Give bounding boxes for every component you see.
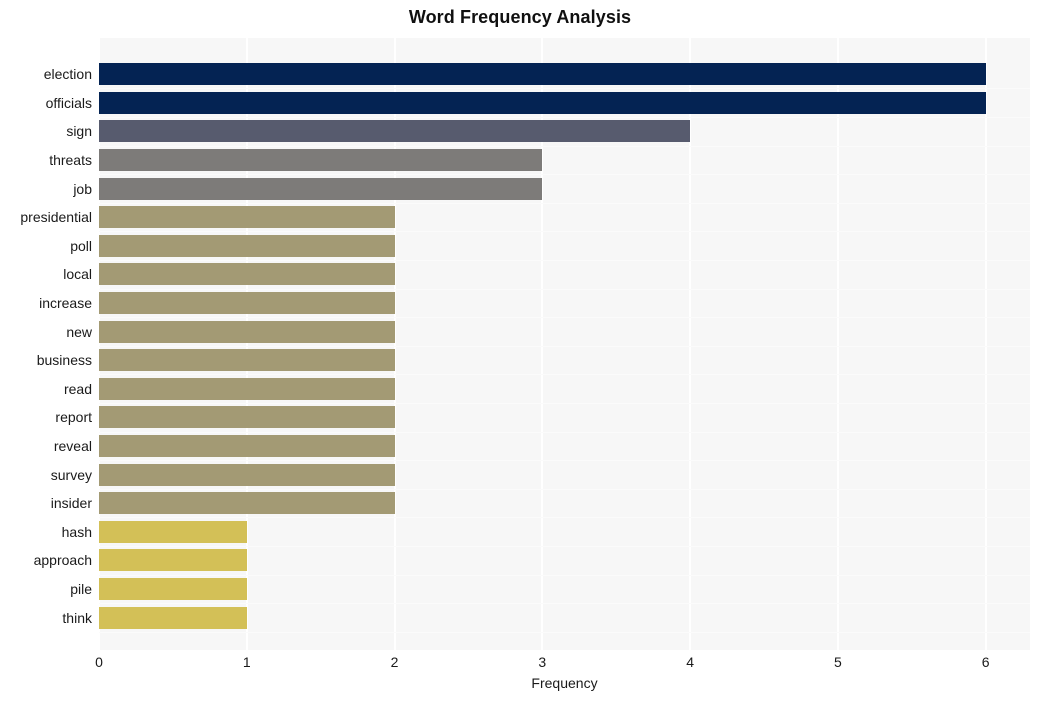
y-axis-label-survey: survey [50, 466, 92, 483]
y-axis-label-threats: threats [49, 151, 92, 168]
y-axis-label-think: think [62, 609, 92, 626]
y-axis-label-poll: poll [70, 237, 92, 254]
gridline-row-separator [99, 460, 1030, 461]
y-axis-label-new: new [66, 323, 92, 340]
x-axis-tick-0: 0 [95, 654, 103, 670]
bar-presidential [99, 206, 395, 229]
bar-hash [99, 520, 247, 543]
gridline-row-separator [99, 517, 1030, 518]
gridline-row-separator [99, 403, 1030, 404]
bar-insider [99, 492, 395, 515]
y-axis-label-hash: hash [61, 523, 92, 540]
x-axis-tick-6: 6 [981, 654, 990, 670]
x-axis-title: Frequency [531, 675, 598, 691]
bar-sign [99, 120, 691, 143]
gridline-row-separator [99, 88, 1030, 89]
bar-threats [99, 148, 543, 171]
gridline-x-6 [984, 38, 987, 650]
bar-local [99, 263, 395, 286]
gridline-row-separator [99, 174, 1030, 175]
y-axis-label-business: business [36, 352, 92, 369]
gridline-row-separator [99, 546, 1030, 547]
x-axis-tick-4: 4 [686, 654, 694, 670]
y-axis-label-officials: officials [45, 94, 92, 111]
bar-reveal [99, 434, 395, 457]
y-axis-label-presidential: presidential [20, 209, 92, 226]
bar-job [99, 177, 543, 200]
y-axis-label-local: local [63, 266, 92, 283]
gridline-row-separator [99, 432, 1030, 433]
gridline-x-5 [836, 38, 839, 650]
gridline-row-separator [99, 632, 1030, 633]
y-axis-label-job: job [73, 180, 92, 197]
bar-new [99, 320, 395, 343]
gridline-row-separator [99, 203, 1030, 204]
x-axis-tick-5: 5 [833, 654, 842, 670]
x-axis-tick-1: 1 [242, 654, 251, 670]
y-axis-label-report: report [55, 409, 92, 426]
y-axis-label-election: election [43, 66, 92, 83]
bar-officials [99, 91, 986, 114]
gridline-row-separator [99, 346, 1030, 347]
chart-title: Word Frequency Analysis [408, 7, 632, 27]
gridline-row-separator [99, 489, 1030, 490]
bar-increase [99, 291, 395, 314]
gridline-row-separator [99, 374, 1030, 375]
gridline-row-separator [99, 317, 1030, 318]
bar-think [99, 606, 247, 629]
y-axis-label-increase: increase [39, 294, 92, 311]
gridline-row-separator [99, 289, 1030, 290]
bar-pile [99, 577, 247, 600]
y-axis-label-read: read [63, 380, 92, 397]
bar-business [99, 349, 395, 372]
bar-report [99, 406, 395, 429]
gridline-row-separator [99, 231, 1030, 232]
gridline-row-separator [99, 575, 1030, 576]
word-frequency-chart: Word Frequency Analysis election official… [0, 0, 1040, 701]
plot-area [99, 38, 1030, 650]
gridline-row-separator [99, 146, 1030, 147]
y-axis-label-reveal: reveal [53, 437, 92, 454]
y-axis-label-approach: approach [33, 552, 92, 569]
gridline-row-separator [99, 260, 1030, 261]
bar-read [99, 377, 395, 400]
y-axis-label-pile: pile [70, 580, 92, 597]
bar-poll [99, 234, 395, 257]
bar-approach [99, 549, 247, 572]
y-axis-label-insider: insider [50, 495, 92, 512]
y-axis-label-sign: sign [66, 123, 92, 140]
gridline-row-separator [99, 117, 1030, 118]
bar-election [99, 63, 986, 86]
x-axis-tick-2: 2 [390, 654, 399, 670]
x-axis-tick-3: 3 [538, 654, 547, 670]
bar-survey [99, 463, 395, 486]
gridline-row-separator [99, 603, 1030, 604]
